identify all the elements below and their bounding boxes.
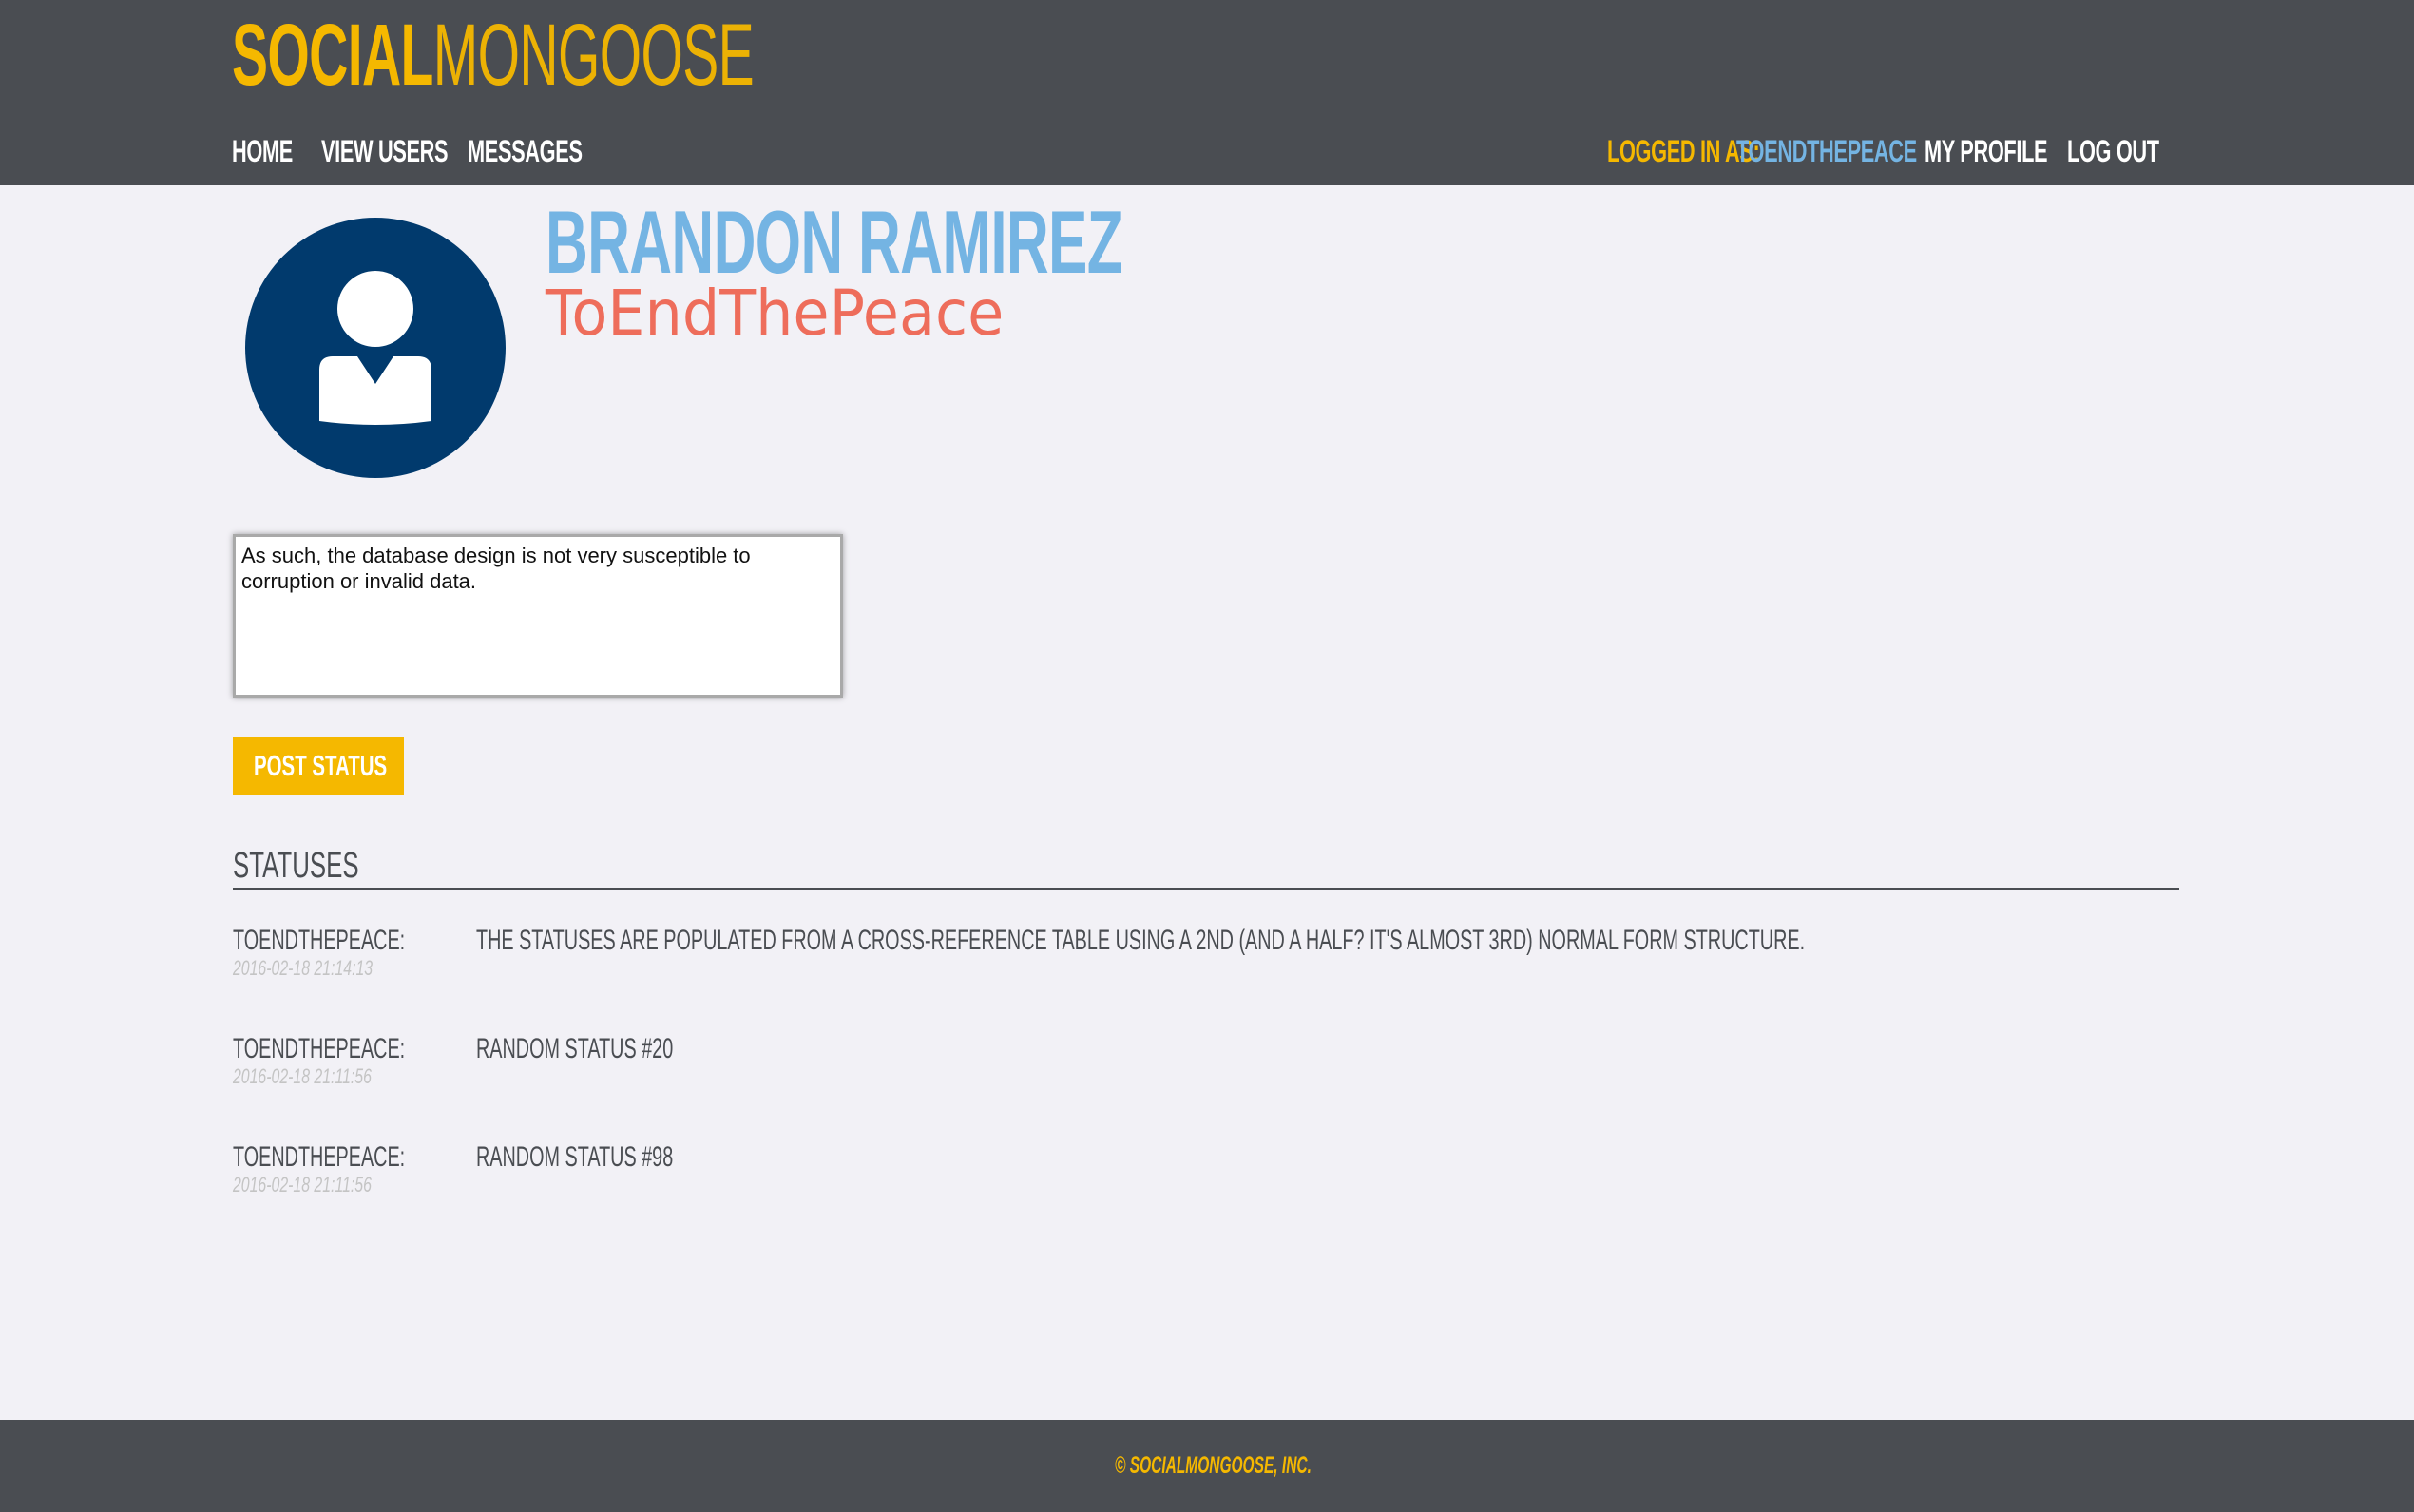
statuses-divider xyxy=(233,888,2179,890)
user-avatar-icon xyxy=(319,271,431,425)
status-input[interactable]: As such, the database design is not very… xyxy=(233,534,843,698)
profile-handle: ToEndThePeace xyxy=(546,277,1005,350)
avatar xyxy=(245,218,506,478)
status-text: THE STATUSES ARE POPULATED FROM A CROSS-… xyxy=(476,925,1806,956)
logo-light-part: MONGOOSE xyxy=(432,7,755,104)
status-item: TOENDTHEPEACE: 2016-02-18 21:11:56 RANDO… xyxy=(233,1032,2179,1108)
status-author[interactable]: TOENDTHEPEACE: xyxy=(233,1140,405,1175)
status-author[interactable]: TOENDTHEPEACE: xyxy=(233,1032,405,1066)
nav-log-out[interactable]: LOG OUT xyxy=(2067,131,2159,171)
site-logo[interactable]: SOCIALMONGOOSE xyxy=(232,7,755,104)
footer-copyright: © SOCIALMONGOOSE, INC. xyxy=(1115,1452,1312,1479)
nav-home[interactable]: HOME xyxy=(232,131,293,171)
logo-bold-part: SOCIAL xyxy=(232,7,433,104)
status-timestamp: 2016-02-18 21:11:56 xyxy=(233,1064,372,1088)
status-timestamp: 2016-02-18 21:11:56 xyxy=(233,1173,372,1196)
status-timestamp: 2016-02-18 21:14:13 xyxy=(233,956,374,980)
nav-messages[interactable]: MESSAGES xyxy=(468,131,583,171)
nav-view-users[interactable]: VIEW USERS xyxy=(321,131,449,171)
statuses-heading: STATUSES xyxy=(233,846,359,886)
status-item: TOENDTHEPEACE: 2016-02-18 21:11:56 RANDO… xyxy=(233,1140,2179,1216)
status-text: RANDOM STATUS #98 xyxy=(476,1141,674,1173)
site-footer: © SOCIALMONGOOSE, INC. xyxy=(0,1420,2414,1512)
logged-in-username[interactable]: TOENDTHEPEACE xyxy=(1736,131,1917,171)
nav-my-profile[interactable]: MY PROFILE xyxy=(1925,131,2048,171)
post-status-button[interactable]: POST STATUS xyxy=(233,737,404,795)
status-item: TOENDTHEPEACE: 2016-02-18 21:14:13 THE S… xyxy=(233,924,2179,1000)
post-status-label: POST STATUS xyxy=(254,749,388,782)
status-text: RANDOM STATUS #20 xyxy=(476,1033,674,1064)
status-author[interactable]: TOENDTHEPEACE: xyxy=(233,924,405,958)
site-header: SOCIALMONGOOSE HOME VIEW USERS MESSAGES … xyxy=(0,0,2414,185)
